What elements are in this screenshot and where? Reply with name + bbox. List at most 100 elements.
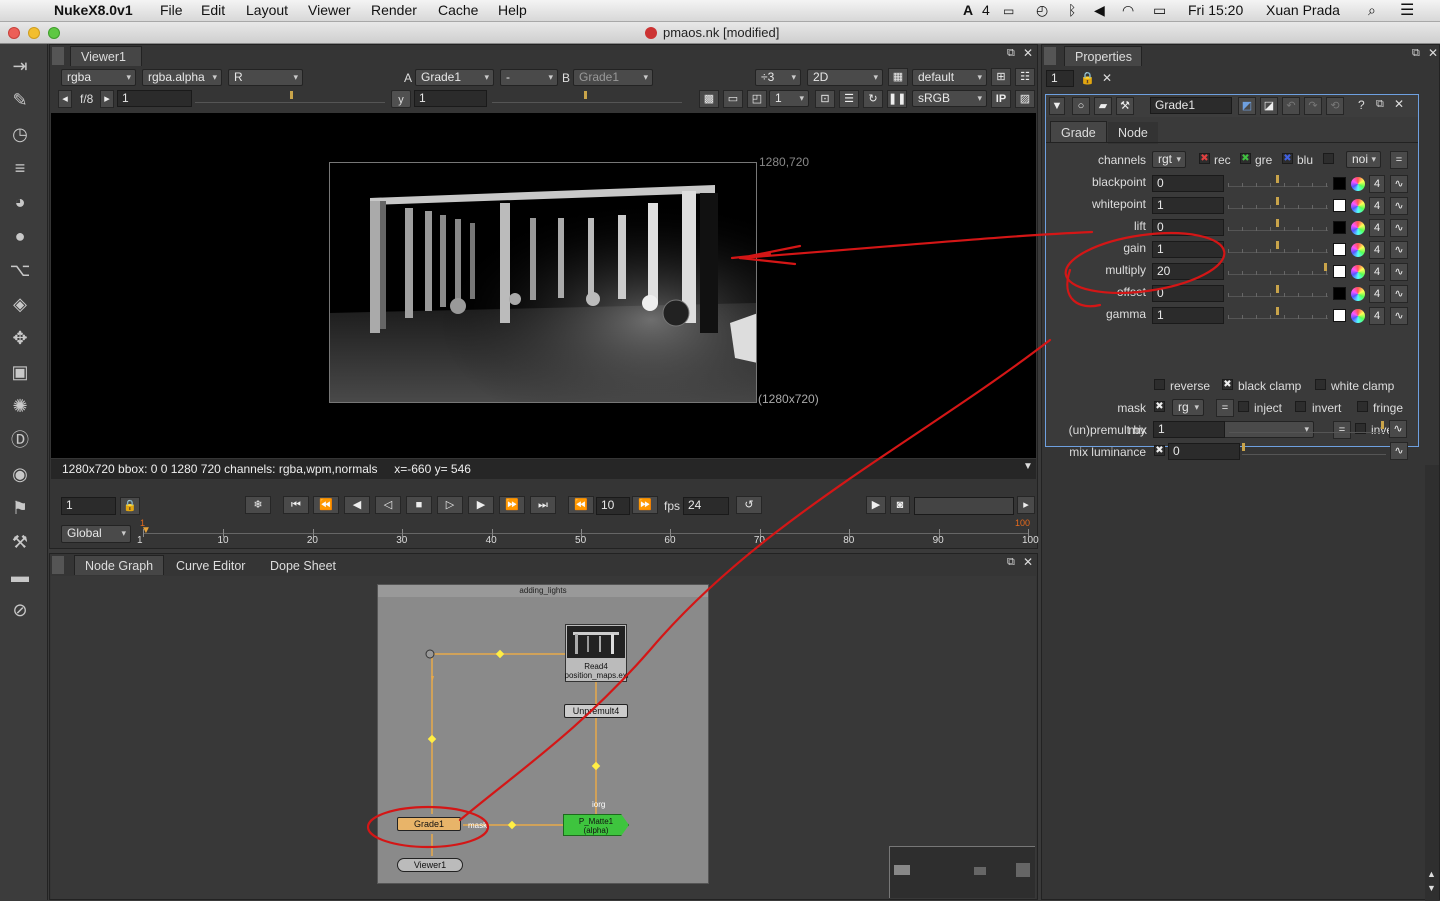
close-panel-icon[interactable]: ✕ <box>1023 46 1033 60</box>
animation-curve-icon[interactable]: ∿ <box>1390 285 1408 303</box>
time-nodes-icon[interactable]: ◷ <box>8 123 32 145</box>
max-panels-field[interactable]: 1 <box>1046 70 1074 87</box>
fstop-increase-icon[interactable]: ▸ <box>100 90 114 108</box>
mask-invert-checkbox[interactable] <box>1295 401 1306 412</box>
tab-curve-editor[interactable]: Curve Editor <box>166 556 255 576</box>
render-icon[interactable]: ◙ <box>890 496 910 514</box>
keyer-nodes-icon[interactable]: ⌥ <box>8 259 32 281</box>
wifi-icon[interactable]: ◠ <box>1122 2 1134 19</box>
input-b-select[interactable]: Grade1 <box>573 69 653 86</box>
bluetooth-icon[interactable]: ᛒ <box>1068 2 1076 18</box>
float-panel-icon[interactable]: ⧉ <box>1412 47 1420 60</box>
white-clamp-checkbox[interactable] <box>1315 379 1326 390</box>
animation-curve-icon[interactable]: ∿ <box>1390 241 1408 259</box>
animation-curve-icon[interactable]: ∿ <box>1390 219 1408 237</box>
nodegraph-navigator[interactable] <box>889 846 1035 898</box>
animation-curve-icon[interactable]: ∿ <box>1390 307 1408 325</box>
lut-select[interactable]: default <box>912 69 987 86</box>
color-wheel-icon[interactable] <box>1351 177 1365 191</box>
help-icon[interactable]: ? <box>1358 98 1365 112</box>
proxy-select[interactable]: 1 <box>769 90 809 107</box>
mask-overlay-icon[interactable]: ◰ <box>747 90 767 108</box>
refresh-icon[interactable]: ↻ <box>863 90 883 108</box>
read-node[interactable]: Read4 position_maps.exr <box>565 624 629 682</box>
mask-link-icon[interactable]: = <box>1216 399 1234 417</box>
channel-nodes-icon[interactable]: ≡ <box>8 157 32 179</box>
gain-field[interactable]: 1 <box>117 90 192 107</box>
color-wheel-icon[interactable] <box>1351 221 1365 235</box>
ssl-icon[interactable]: ☰ <box>839 90 859 108</box>
color-swatch-button[interactable] <box>1333 265 1346 278</box>
input-a-select[interactable]: Grade1 <box>415 69 494 86</box>
color-wheel-icon[interactable] <box>1351 287 1365 301</box>
knob-slider[interactable] <box>1228 173 1328 187</box>
safe-area-icon[interactable]: ▭ <box>723 90 743 108</box>
animation-curve-icon[interactable]: ∿ <box>1390 175 1408 193</box>
mask-checkbox[interactable]: ✖ <box>1154 401 1165 412</box>
grade-node[interactable]: Grade1 <box>397 817 461 831</box>
center-node-icon[interactable]: ○ <box>1072 97 1090 115</box>
tab-viewer1[interactable]: Viewer1 <box>70 46 142 66</box>
clear-panels-icon[interactable]: ✕ <box>1102 71 1112 85</box>
viewer-alpha-select[interactable]: rgba.alpha <box>142 69 222 86</box>
menu-help[interactable]: Help <box>498 2 527 18</box>
wipe-mode-select[interactable]: - <box>500 69 558 86</box>
knob-slider[interactable] <box>1228 217 1328 231</box>
undo-icon[interactable]: ↶ <box>1282 97 1300 115</box>
properties-scrollbar[interactable]: ▲ ▼ <box>1425 465 1439 901</box>
knob-slider[interactable] <box>1228 305 1328 319</box>
knob-slider[interactable] <box>1228 239 1328 253</box>
float-node-icon[interactable]: ⧉ <box>1376 98 1384 111</box>
channel-count-button[interactable]: 4 <box>1369 241 1385 259</box>
snowflake-icon[interactable]: ❄ <box>245 496 271 514</box>
zoom-window-button[interactable] <box>48 27 60 39</box>
viewer-settings-icon[interactable]: ☷ <box>1015 68 1035 86</box>
battery-monitor-icon[interactable]: ▭ <box>1003 4 1014 18</box>
animation-curve-icon[interactable]: ∿ <box>1390 197 1408 215</box>
color-wheel-icon[interactable] <box>1351 243 1365 257</box>
knob-slider-handle[interactable] <box>1324 263 1327 271</box>
knob-slider-handle[interactable] <box>1276 197 1279 205</box>
timeline-expand-icon[interactable]: ▸ <box>1017 496 1035 514</box>
panel-grip[interactable] <box>1044 47 1056 65</box>
close-node-icon[interactable]: ✕ <box>1394 97 1404 111</box>
flipbook-icon[interactable]: ▶ <box>866 496 886 514</box>
color-swatch-button[interactable] <box>1333 221 1346 234</box>
knob-slider-handle[interactable] <box>1276 219 1279 227</box>
other-nodes-icon[interactable]: ▬ <box>8 565 32 587</box>
knob-slider[interactable] <box>1228 261 1328 275</box>
timeline-ruler[interactable]: 1 ▼ 100 1 10 20 30 40 50 60 70 80 90 100 <box>137 518 1039 549</box>
knob-value-field[interactable]: 1 <box>1152 241 1224 258</box>
blue-channel-checkbox[interactable]: ✖ <box>1282 153 1293 164</box>
navigator-view-box[interactable] <box>894 865 910 875</box>
downrez-select[interactable]: ÷3 <box>755 69 801 86</box>
channels-extra-select[interactable]: noi <box>1346 151 1381 168</box>
3d-nodes-icon[interactable]: ▣ <box>8 361 32 383</box>
node-font-color-icon[interactable]: ◪ <box>1260 97 1278 115</box>
viewer-node[interactable]: Viewer1 <box>397 858 463 872</box>
range-mode-select[interactable]: Global <box>61 525 131 543</box>
play-forward-icon[interactable]: ▷ <box>437 496 463 514</box>
colorspace-select[interactable]: sRGB <box>912 90 987 107</box>
gain-slider[interactable] <box>195 89 385 103</box>
gamma-toggle[interactable]: y <box>391 90 411 108</box>
gamma-slider[interactable] <box>492 89 682 103</box>
mix-luminance-checkbox[interactable]: ✖ <box>1154 445 1165 456</box>
first-frame-icon[interactable]: ⏮ <box>283 496 309 514</box>
tab-dope-sheet[interactable]: Dope Sheet <box>260 556 346 576</box>
gamma-slider-knob[interactable] <box>584 91 587 99</box>
mix-luminance-knob[interactable] <box>1242 443 1245 451</box>
clip-warning-icon[interactable]: ▩ <box>699 90 719 108</box>
color-swatch-button[interactable] <box>1333 199 1346 212</box>
tab-node-graph[interactable]: Node Graph <box>74 555 165 575</box>
loop-mode-icon[interactable]: ↺ <box>736 496 762 514</box>
skip-frames-field[interactable]: 10 <box>596 497 630 515</box>
view-mode-select[interactable]: 2D <box>807 69 883 86</box>
toolsets-nodes-icon[interactable]: ⚒ <box>8 531 32 553</box>
menu-cache[interactable]: Cache <box>438 2 478 18</box>
deep-nodes-icon[interactable]: Ⓓ <box>8 429 32 451</box>
tab-properties[interactable]: Properties <box>1064 46 1142 66</box>
tab-grade[interactable]: Grade <box>1050 121 1107 143</box>
image-nodes-icon[interactable]: ⇥ <box>8 55 32 77</box>
skip-forward-icon[interactable]: ⏩ <box>632 496 658 514</box>
